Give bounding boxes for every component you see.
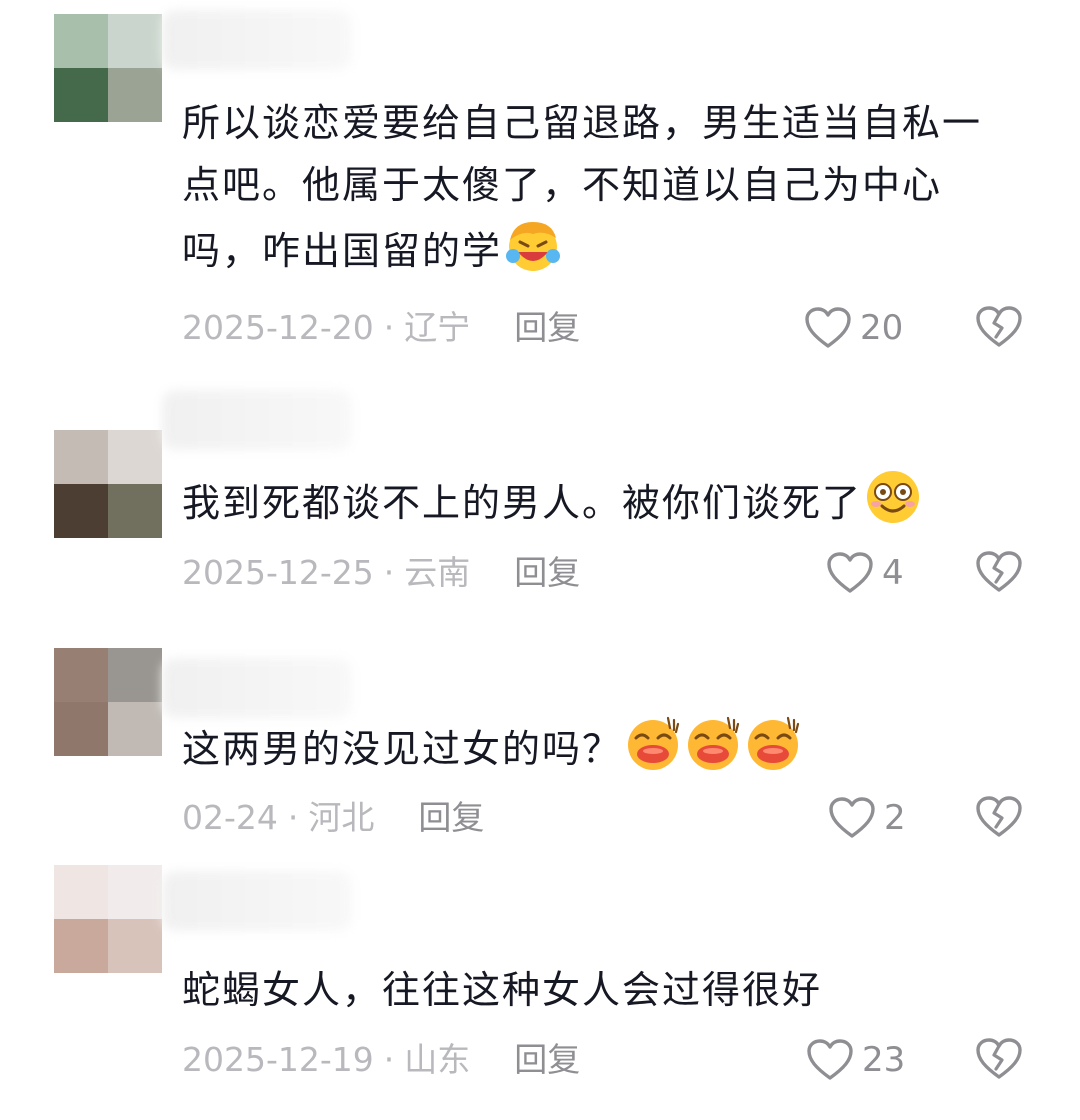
username-blurred[interactable] [162,10,352,70]
comment-location: 山东 [404,1040,471,1079]
comment-meta: 02-24 · 河北 回复 [182,798,485,837]
username-blurred[interactable] [162,658,352,718]
comment-location: 云南 [404,553,471,592]
comment-meta: 2025-12-25 · 云南 回复 [182,553,581,592]
comment-location: 辽宁 [404,308,471,347]
dislike-button[interactable] [974,793,1024,843]
reply-button[interactable]: 回复 [514,1040,580,1079]
comment-date: 02-24 [182,798,278,837]
username-blurred[interactable] [162,390,352,450]
broken-heart-icon [976,306,1022,347]
comment-meta: 2025-12-20 · 辽宁 回复 [182,308,581,347]
heart-outline-icon [807,1039,853,1080]
comment-meta: 2025-12-19 · 山东 回复 [182,1040,581,1079]
comment-location: 河北 [308,798,375,837]
dizzy-smile-emoji [864,468,922,526]
heart-outline-icon [829,797,875,838]
comment-text: 蛇蝎女人，往往这种女人会过得很好 [182,968,823,1012]
like-button[interactable]: 20 [804,303,903,353]
avatar[interactable] [38,412,174,562]
comment-text: 我到死都谈不上的男人。被你们谈死了 [182,468,1012,534]
like-count: 23 [862,1040,906,1080]
comment-date: 2025-12-19 [182,1040,374,1079]
comment-date: 2025-12-25 [182,553,374,592]
dislike-button[interactable] [974,303,1024,353]
avatar[interactable] [38,630,174,780]
reply-button[interactable]: 回复 [514,308,580,347]
comment-date: 2025-12-20 [182,308,374,347]
reply-button[interactable]: 回复 [514,553,580,592]
like-button[interactable]: 4 [826,548,904,598]
like-count: 20 [860,308,904,348]
broken-heart-icon [976,796,1022,837]
drooling-emoji [624,714,682,772]
comment-item: 蛇蝎女人，往往这种女人会过得很好 2025-12-19 · 山东 回复 23 [0,847,1080,1115]
like-count: 4 [882,553,904,593]
drooling-emoji [684,714,742,772]
like-button[interactable]: 23 [806,1035,905,1085]
heart-outline-icon [827,552,873,593]
like-count: 2 [884,798,906,838]
heart-outline-icon [805,307,851,348]
broken-heart-icon [976,1038,1022,1079]
broken-heart-icon [976,551,1022,592]
drooling-emoji [744,714,802,772]
comment-item: 我到死都谈不上的男人。被你们谈死了 2025-12-25 · 云南 回复 4 [0,380,1080,640]
avatar[interactable] [38,0,174,146]
comment-item: 这两男的没见过女的吗？ 02-24 · 河北 回复 2 [0,630,1080,860]
laugh-cry-emoji [504,216,562,274]
comment-item: 所以谈恋爱要给自己留退路，男生适当自私一点吧。他属于太傻了，不知道以自己为中心吗… [0,0,1080,370]
username-blurred[interactable] [162,871,352,931]
reply-button[interactable]: 回复 [418,798,484,837]
dislike-button[interactable] [974,1035,1024,1085]
dislike-button[interactable] [974,548,1024,598]
comment-text: 这两男的没见过女的吗？ [182,714,1012,780]
avatar[interactable] [38,847,174,997]
like-button[interactable]: 2 [828,793,906,843]
comment-text: 所以谈恋爱要给自己留退路，男生适当自私一点吧。他属于太傻了，不知道以自己为中心吗… [182,101,983,274]
